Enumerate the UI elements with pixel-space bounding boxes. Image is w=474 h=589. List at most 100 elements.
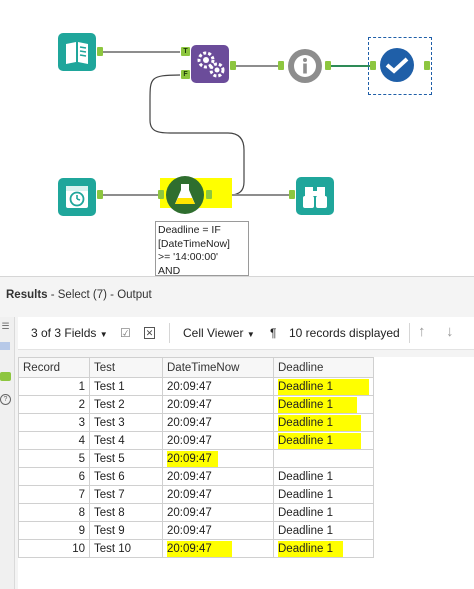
deadline-value: Deadline 1 (278, 378, 369, 395)
deadline-cell[interactable]: Deadline 1 (273, 377, 374, 396)
input-data-tool[interactable] (58, 33, 96, 71)
info-output-anchor[interactable] (325, 61, 331, 70)
datetime-cell[interactable]: 20:09:47 (162, 503, 274, 522)
toolbar-separator (409, 323, 410, 343)
record-cell[interactable]: 7 (18, 485, 90, 504)
table-row[interactable]: 5 Test 5 20:09:47 (18, 449, 374, 468)
filter-false-anchor[interactable]: F (181, 70, 190, 79)
table-row[interactable]: 4 Test 4 20:09:47 Deadline 1 (18, 431, 374, 450)
record-cell[interactable]: 6 (18, 467, 90, 486)
record-cell[interactable]: 1 (18, 377, 90, 396)
info-tool[interactable] (286, 47, 324, 85)
filter-tool[interactable] (191, 45, 229, 83)
output-input-anchor[interactable] (370, 61, 376, 70)
table-row[interactable]: 6 Test 6 20:09:47 Deadline 1 (18, 467, 374, 486)
datetime-tool[interactable] (58, 178, 96, 216)
record-cell[interactable]: 10 (18, 539, 90, 558)
datetime-cell[interactable]: 20:09:47 (162, 377, 274, 396)
table-row[interactable]: 3 Test 3 20:09:47 Deadline 1 (18, 413, 374, 432)
results-grid: Record Test DateTimeNow Deadline 1 Test 1… (18, 357, 474, 589)
deselect-icon[interactable]: ✕ (144, 327, 155, 339)
workflow-canvas[interactable]: T F Deadline = IF [DateTimeNow] >= '14:0… (0, 0, 474, 276)
fields-dropdown[interactable]: 3 of 3 Fields ▼ (31, 326, 108, 340)
formula-input-anchor[interactable] (158, 190, 164, 199)
calendar-clock-icon (66, 186, 88, 208)
cell-viewer-dropdown[interactable]: Cell Viewer ▼ (183, 326, 255, 340)
test-cell[interactable]: Test 4 (89, 431, 163, 450)
col-header[interactable]: Test (89, 357, 163, 378)
record-cell[interactable]: 4 (18, 431, 90, 450)
test-cell[interactable]: Test 5 (89, 449, 163, 468)
record-cell[interactable]: 2 (18, 395, 90, 414)
help-icon[interactable]: ? (0, 394, 11, 405)
table-row[interactable]: 10 Test 10 20:09:47 Deadline 1 (18, 539, 374, 558)
browse-input-anchor[interactable] (289, 190, 295, 199)
results-title-bold: Results (6, 289, 48, 301)
deadline-cell[interactable]: Deadline 1 (273, 467, 374, 486)
arrow-down-icon[interactable]: ↓ (446, 323, 454, 340)
datetime-cell[interactable]: 20:09:47 (162, 431, 274, 450)
filter-true-anchor[interactable]: T (181, 47, 190, 56)
deadline-cell[interactable]: Deadline 1 (273, 395, 374, 414)
datetime-cell[interactable]: 20:09:47 (162, 521, 274, 540)
table-row[interactable]: 2 Test 2 20:09:47 Deadline 1 (18, 395, 374, 414)
output-output-anchor[interactable] (424, 61, 430, 70)
datetime-cell[interactable]: 20:09:47 (162, 485, 274, 504)
record-cell[interactable]: 9 (18, 521, 90, 540)
flask-icon (170, 180, 200, 210)
deadline-cell[interactable]: Deadline 1 (273, 485, 374, 504)
test-cell[interactable]: Test 1 (89, 377, 163, 396)
col-header[interactable]: DateTimeNow (162, 357, 274, 378)
info-icon (288, 49, 322, 83)
datetime-cell[interactable]: 20:09:47 (162, 467, 274, 486)
record-cell[interactable]: 5 (18, 449, 90, 468)
datetime-value: 20:09:47 (167, 450, 218, 467)
gears-icon (197, 51, 225, 78)
test-cell[interactable]: Test 8 (89, 503, 163, 522)
data-icon[interactable] (0, 372, 11, 381)
deadline-cell[interactable]: Deadline 1 (273, 521, 374, 540)
deadline-value: Deadline 1 (278, 414, 361, 431)
deadline-cell[interactable]: Deadline 1 (273, 413, 374, 432)
col-header[interactable]: Record (18, 357, 90, 378)
datetime-cell[interactable]: 20:09:47 (162, 539, 274, 558)
table-row[interactable]: 7 Test 7 20:09:47 Deadline 1 (18, 485, 374, 504)
filter-output-anchor[interactable] (230, 61, 236, 70)
formula-output-anchor[interactable] (206, 190, 212, 199)
browse-tool[interactable] (296, 177, 334, 215)
checkmark-icon (380, 48, 414, 82)
records-displayed: 10 records displayed (289, 326, 400, 340)
formula-tool[interactable] (166, 176, 204, 214)
test-cell[interactable]: Test 10 (89, 539, 163, 558)
test-cell[interactable]: Test 7 (89, 485, 163, 504)
arrow-up-icon[interactable]: ↑ (418, 323, 426, 340)
datetime-cell[interactable]: 20:09:47 (162, 413, 274, 432)
pilcrow-icon[interactable]: ¶ (270, 326, 276, 340)
deadline-cell[interactable]: Deadline 1 (273, 503, 374, 522)
info-input-anchor[interactable] (278, 61, 284, 70)
deadline-cell[interactable]: Deadline 1 (273, 539, 374, 558)
record-cell[interactable]: 3 (18, 413, 90, 432)
deadline-value: Deadline 1 (278, 432, 361, 449)
message-icon[interactable] (0, 342, 10, 350)
datetime-cell[interactable]: 20:09:47 (162, 449, 274, 468)
deadline-cell[interactable]: Deadline 1 (273, 431, 374, 450)
datetime-cell[interactable]: 20:09:47 (162, 395, 274, 414)
test-cell[interactable]: Test 9 (89, 521, 163, 540)
table-row[interactable]: 9 Test 9 20:09:47 Deadline 1 (18, 521, 374, 540)
table-row[interactable]: 8 Test 8 20:09:47 Deadline 1 (18, 503, 374, 522)
output-tool[interactable] (378, 46, 416, 84)
formula-annotation: Deadline = IF [DateTimeNow] >= '14:00:00' A… (155, 221, 249, 276)
table-row[interactable]: 1 Test 1 20:09:47 Deadline 1 (18, 377, 374, 396)
test-cell[interactable]: Test 2 (89, 395, 163, 414)
test-cell[interactable]: Test 6 (89, 467, 163, 486)
datetime-output-anchor[interactable] (97, 190, 103, 199)
list-icon[interactable]: ☰ (0, 321, 11, 331)
input-output-anchor[interactable] (97, 47, 103, 56)
deadline-value: Deadline 1 (278, 540, 343, 557)
col-header[interactable]: Deadline (273, 357, 374, 378)
deadline-cell[interactable] (273, 449, 374, 468)
checkbox-icon[interactable]: ☑ (120, 326, 131, 340)
record-cell[interactable]: 8 (18, 503, 90, 522)
test-cell[interactable]: Test 3 (89, 413, 163, 432)
